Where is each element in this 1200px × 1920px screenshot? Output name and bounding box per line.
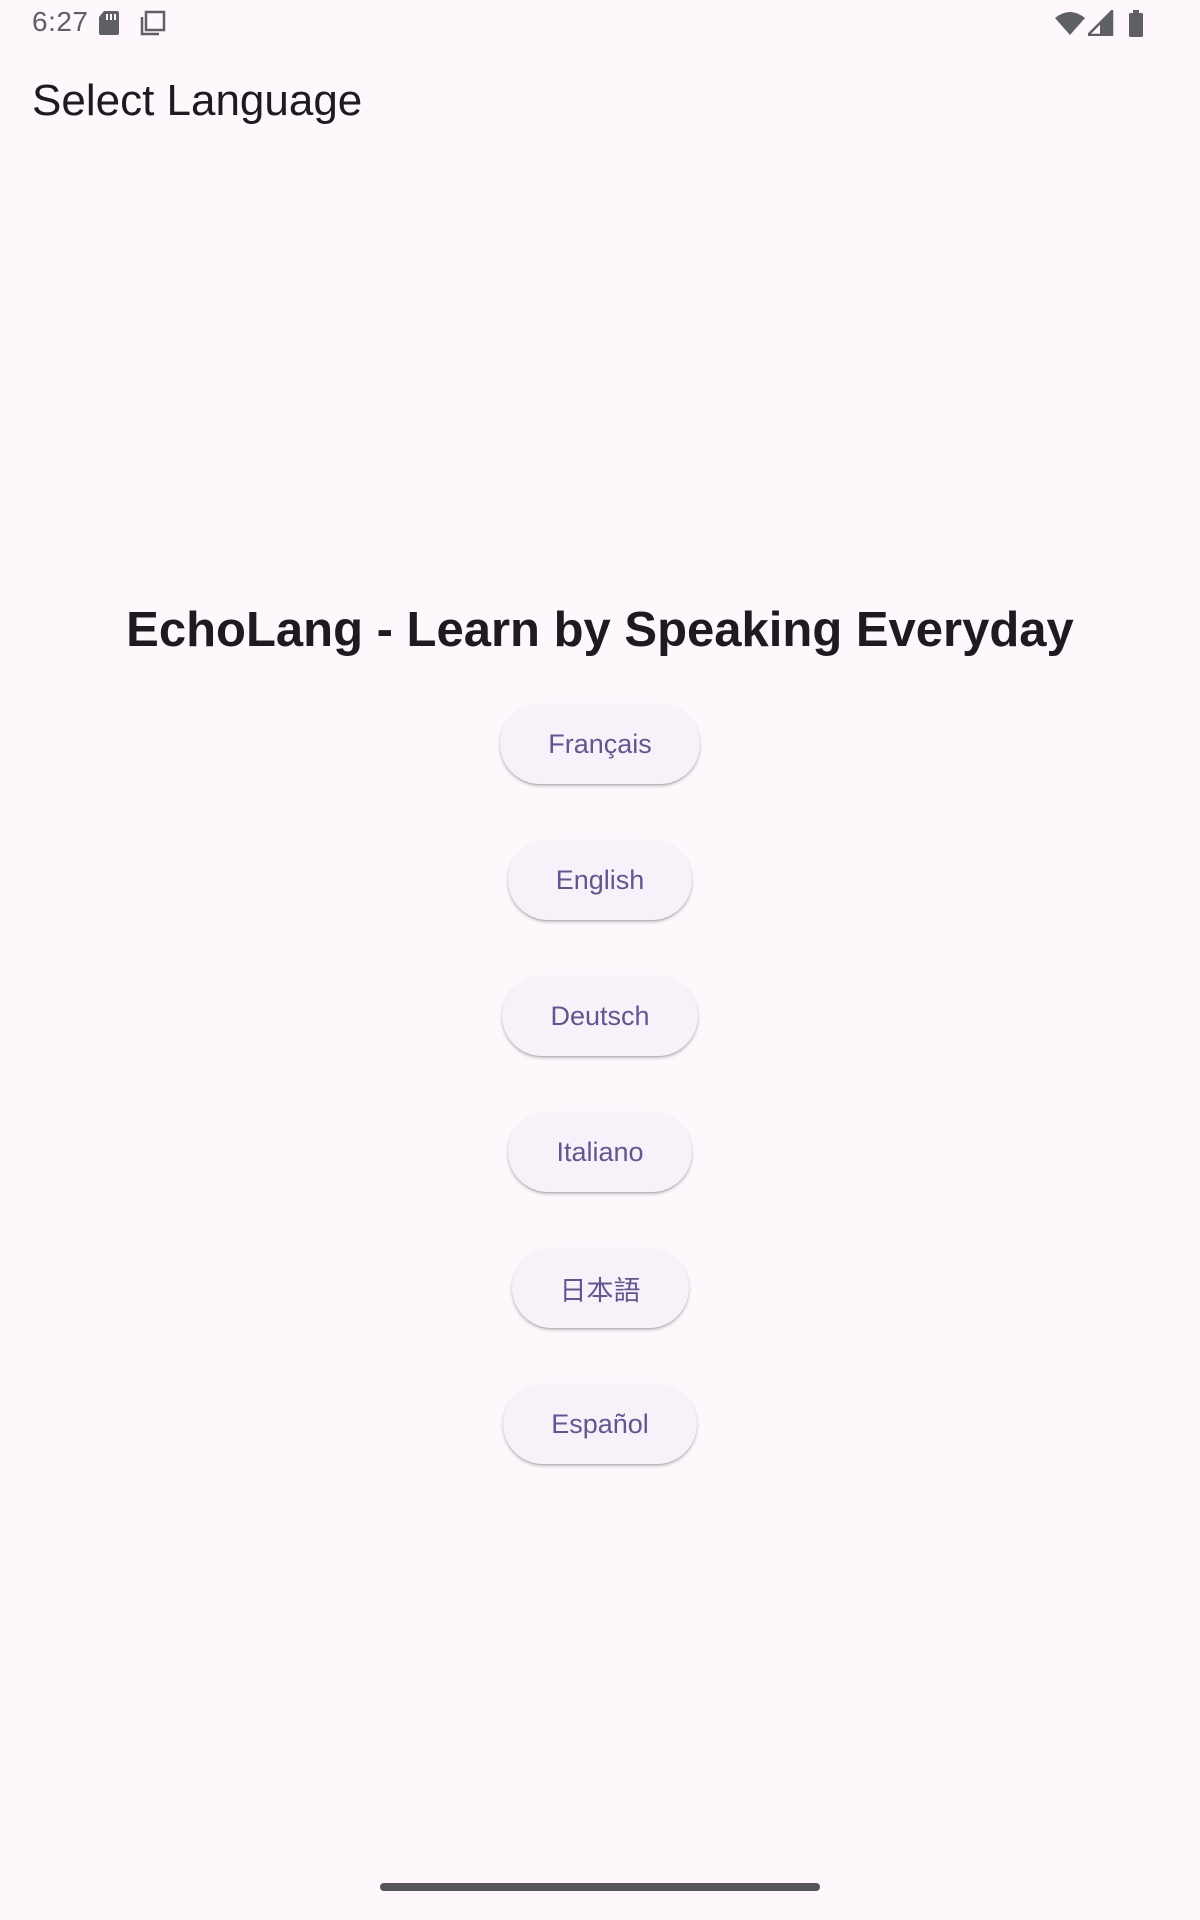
app-headline: EchoLang - Learn by Speaking Everyday xyxy=(126,603,1074,657)
app-bar: Select Language xyxy=(0,48,1200,160)
sd-card-icon xyxy=(98,10,120,41)
main-content: EchoLang - Learn by Speaking Everyday Fr… xyxy=(0,590,1200,1520)
screenshot-icon xyxy=(140,10,166,41)
language-button-deutsch[interactable]: Deutsch xyxy=(502,976,698,1056)
gesture-nav-handle[interactable] xyxy=(380,1883,820,1891)
page-title: Select Language xyxy=(32,76,363,125)
language-button-italiano[interactable]: Italiano xyxy=(508,1112,692,1192)
battery-icon xyxy=(1128,10,1144,43)
language-list: Français English Deutsch Italiano 日本語 Es… xyxy=(500,704,700,1520)
language-button-francais[interactable]: Français xyxy=(500,704,700,784)
status-bar: 6:27 xyxy=(0,0,1200,48)
language-button-japanese[interactable]: 日本語 xyxy=(511,1248,689,1328)
signal-icon xyxy=(1084,7,1114,41)
wifi-icon xyxy=(1054,10,1086,41)
app-screen: 6:27 Select Language EchoLang - Learn by… xyxy=(0,0,1200,1920)
language-button-espanol[interactable]: Español xyxy=(503,1384,697,1464)
language-button-english[interactable]: English xyxy=(507,840,693,920)
status-time: 6:27 xyxy=(32,6,89,37)
